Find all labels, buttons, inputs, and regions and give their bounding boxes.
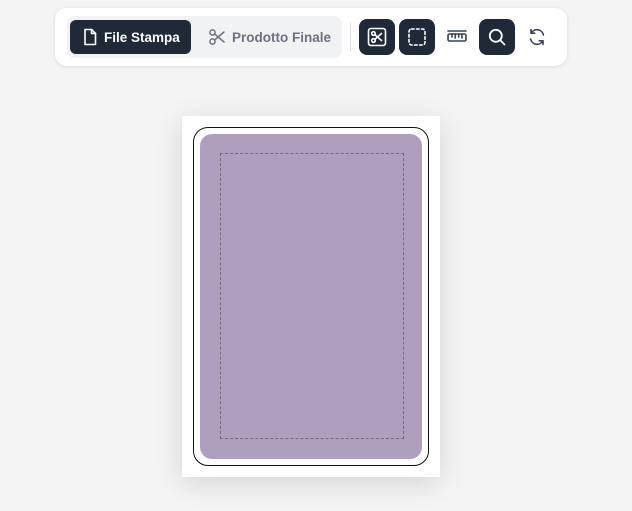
refresh-icon [527,27,547,47]
safe-area-guide [220,153,404,439]
prodotto-finale-tab[interactable]: Prodotto Finale [205,20,335,54]
view-mode-toggle: File Stampa Prodotto Finale [67,16,342,58]
prodotto-finale-label: Prodotto Finale [232,29,331,45]
cut-marks-toggle[interactable] [359,19,395,55]
zoom-button[interactable] [479,19,515,55]
view-toolbar: File Stampa Prodotto Finale [55,8,567,66]
scissors-icon [208,28,226,46]
cut-marks-icon [367,27,387,47]
file-icon [82,28,98,46]
safe-area-toggle[interactable] [399,19,435,55]
file-stampa-label: File Stampa [104,29,180,45]
zoom-icon [487,27,507,47]
refresh-button[interactable] [519,19,555,55]
ruler-toggle[interactable] [439,19,475,55]
file-stampa-tab[interactable]: File Stampa [70,20,191,54]
toolbar-divider [350,22,351,52]
ruler-icon [446,27,468,47]
print-preview-canvas [182,116,440,477]
safe-area-icon [407,27,427,47]
